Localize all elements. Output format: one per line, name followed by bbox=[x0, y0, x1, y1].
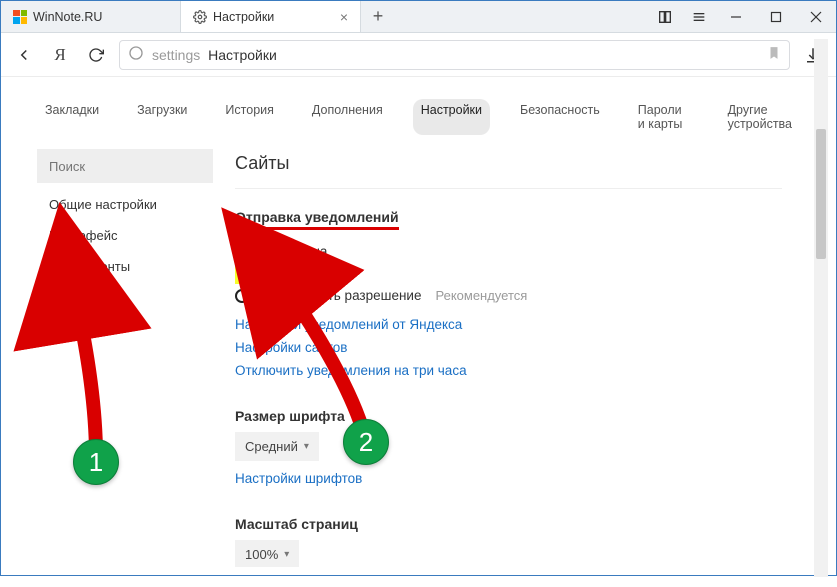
browser-toolbar: Я settings Настройки bbox=[1, 33, 836, 77]
subnav-devices[interactable]: Другие устройства bbox=[720, 99, 800, 135]
subnav-security[interactable]: Безопасность bbox=[512, 99, 608, 135]
subnav-passwords[interactable]: Пароли и карты bbox=[630, 99, 698, 135]
radio-icon bbox=[235, 289, 249, 303]
yandex-o-icon bbox=[128, 45, 144, 64]
minimize-window-button[interactable] bbox=[716, 1, 756, 32]
subnav-addons[interactable]: Дополнения bbox=[304, 99, 391, 135]
sidebar-item-sites[interactable]: Сайты bbox=[37, 282, 100, 313]
radio-label: Запрещена bbox=[263, 266, 334, 281]
tab-label: WinNote.RU bbox=[33, 10, 168, 24]
reload-button[interactable] bbox=[83, 42, 109, 68]
radio-ask[interactable]: Запрашивать разрешение Рекомендуется bbox=[235, 284, 782, 307]
link-yandex-notifications[interactable]: Настройки уведомлений от Яндекса bbox=[235, 313, 782, 336]
settings-content: Сайты Отправка уведомлений Разрешена Зап… bbox=[235, 149, 800, 567]
search-input[interactable] bbox=[37, 149, 213, 183]
sidebar-item-tools[interactable]: Инструменты bbox=[37, 251, 213, 282]
settings-subnav: Закладки Загрузки История Дополнения Нас… bbox=[1, 77, 836, 149]
sidebar-item-interface[interactable]: Интерфейс bbox=[37, 220, 213, 251]
link-disable-3h[interactable]: Отключить уведомления на три часа bbox=[235, 359, 782, 382]
ms-four-color-icon bbox=[13, 10, 27, 24]
chevron-down-icon: ▾ bbox=[304, 441, 309, 452]
link-site-settings[interactable]: Настройки сайтов bbox=[235, 336, 782, 359]
page-title: Сайты bbox=[235, 153, 782, 174]
zoom-title: Масштаб страниц bbox=[235, 516, 782, 532]
reader-mode-icon[interactable] bbox=[648, 1, 682, 32]
radio-label: Разрешена bbox=[257, 244, 327, 259]
subnav-settings[interactable]: Настройки bbox=[413, 99, 490, 135]
address-bar[interactable]: settings Настройки bbox=[119, 40, 790, 70]
radio-icon bbox=[235, 245, 249, 259]
link-font-settings[interactable]: Настройки шрифтов bbox=[235, 467, 782, 490]
subnav-history[interactable]: История bbox=[217, 99, 281, 135]
select-value: Средний bbox=[245, 439, 298, 454]
select-value: 100% bbox=[245, 547, 278, 562]
chevron-down-icon: ▾ bbox=[284, 549, 289, 560]
browser-tab-settings[interactable]: Настройки × bbox=[181, 1, 361, 32]
settings-sidebar: Общие настройки Интерфейс Инструменты Са… bbox=[37, 149, 213, 567]
tab-label: Настройки bbox=[213, 10, 334, 24]
subnav-bookmarks[interactable]: Закладки bbox=[37, 99, 107, 135]
maximize-window-button[interactable] bbox=[756, 1, 796, 32]
radio-allowed[interactable]: Разрешена bbox=[235, 240, 782, 263]
divider bbox=[235, 188, 782, 189]
radio-icon bbox=[241, 267, 255, 281]
address-bar-text: settings Настройки bbox=[152, 47, 277, 63]
font-size-select[interactable]: Средний ▾ bbox=[235, 432, 319, 461]
menu-icon[interactable] bbox=[682, 1, 716, 32]
close-window-button[interactable] bbox=[796, 1, 836, 32]
back-button[interactable] bbox=[11, 42, 37, 68]
radio-blocked[interactable]: Запрещена bbox=[235, 263, 340, 284]
new-tab-button[interactable]: + bbox=[361, 1, 395, 32]
bookmark-icon[interactable] bbox=[767, 46, 781, 63]
gear-icon bbox=[193, 10, 207, 24]
notifications-title: Отправка уведомлений bbox=[235, 209, 399, 230]
content-scrollbar[interactable] bbox=[814, 39, 828, 577]
recommended-badge: Рекомендуется bbox=[435, 288, 527, 303]
title-bar: WinNote.RU Настройки × + bbox=[1, 1, 836, 33]
zoom-select[interactable]: 100% ▾ bbox=[235, 540, 299, 567]
sidebar-item-general[interactable]: Общие настройки bbox=[37, 189, 213, 220]
font-size-title: Размер шрифта bbox=[235, 408, 782, 424]
sidebar-item-system[interactable]: Системные bbox=[37, 313, 213, 344]
yandex-home-button[interactable]: Я bbox=[47, 42, 73, 68]
browser-tab-winnote[interactable]: WinNote.RU bbox=[1, 1, 181, 32]
radio-label: Запрашивать разрешение bbox=[257, 288, 421, 303]
subnav-downloads[interactable]: Загрузки bbox=[129, 99, 195, 135]
tab-close-icon[interactable]: × bbox=[340, 9, 348, 25]
